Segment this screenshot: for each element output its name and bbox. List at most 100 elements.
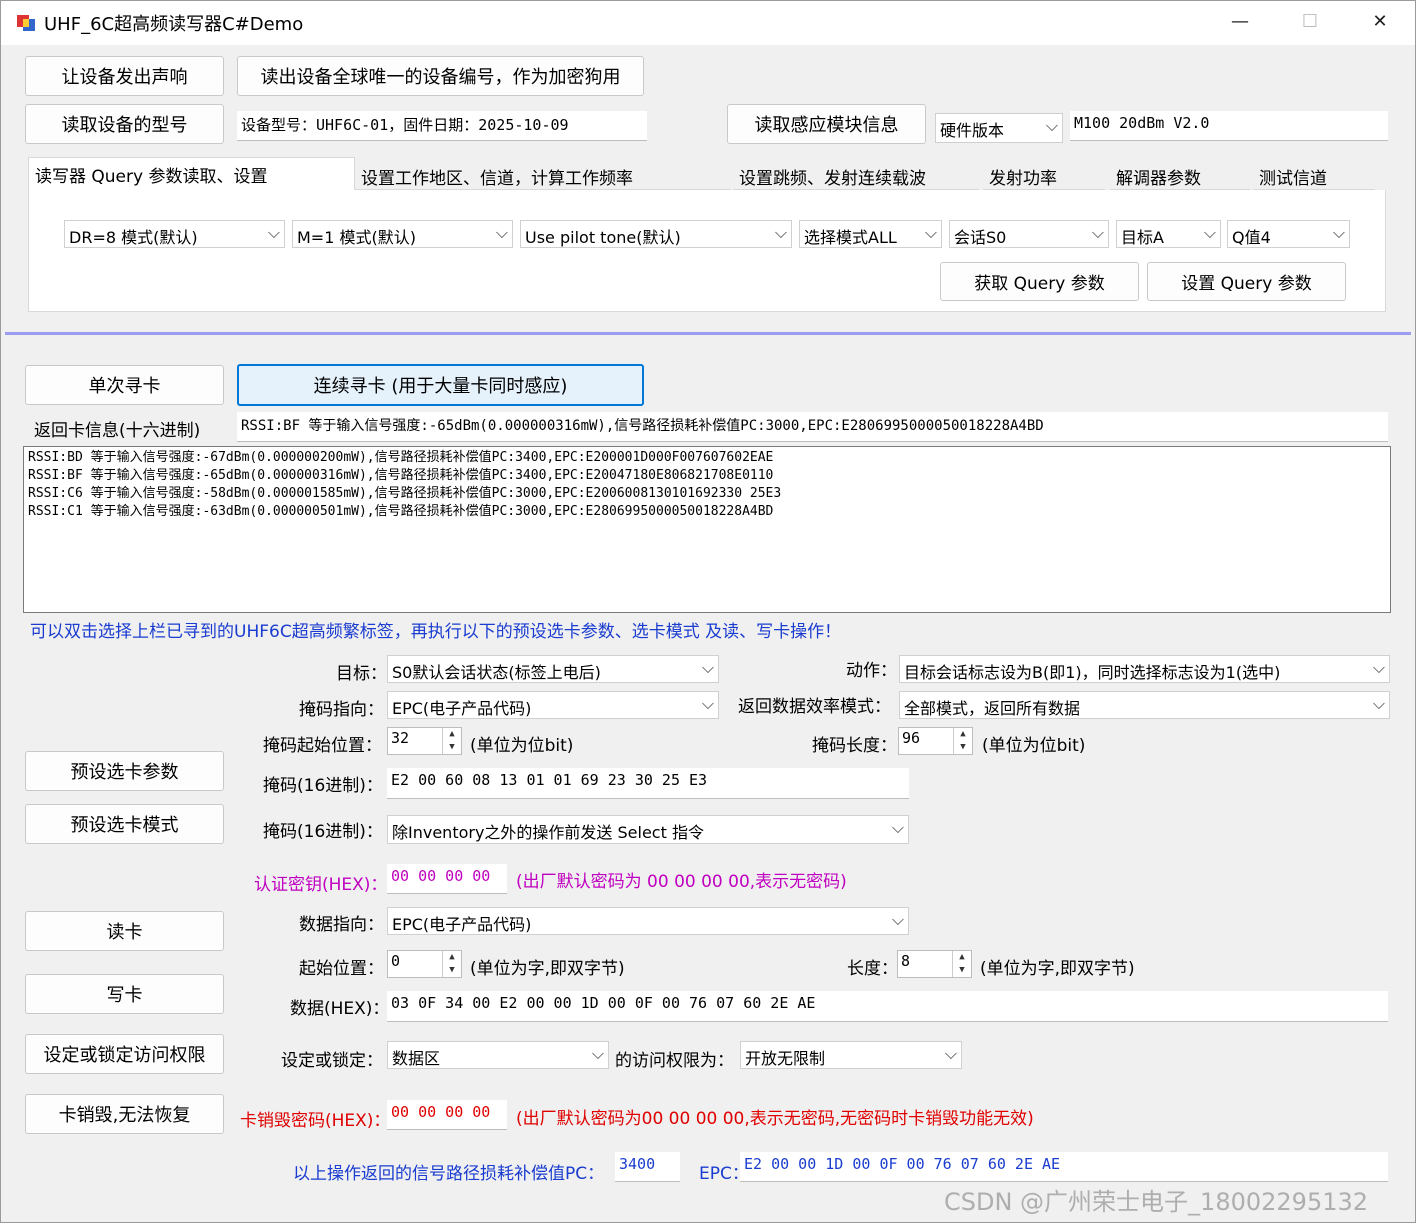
- chevron-down-icon: ⌵: [891, 818, 904, 837]
- read-module-button[interactable]: 读取感应模块信息: [727, 104, 926, 144]
- mask-start-spinner[interactable]: 32 ▲ ▼: [387, 727, 462, 755]
- log-line[interactable]: RSSI:C6 等于输入信号强度:-58dBm(0.000001585mW),信…: [28, 485, 1386, 503]
- m-value: M=1 模式(默认): [297, 228, 416, 247]
- start-spinner[interactable]: 0 ▲ ▼: [387, 950, 462, 978]
- preset-mode-button[interactable]: 预设选卡模式: [25, 804, 224, 844]
- write-card-button[interactable]: 写卡: [25, 974, 224, 1014]
- pc-field[interactable]: 3400: [615, 1152, 680, 1182]
- set-query-button[interactable]: 设置 Query 参数: [1147, 262, 1346, 301]
- read-card-button[interactable]: 读卡: [25, 911, 224, 951]
- log-line[interactable]: RSSI:BF 等于输入信号强度:-65dBm(0.000000316mW),信…: [28, 467, 1386, 485]
- log-line[interactable]: RSSI:BD 等于输入信号强度:-67dBm(0.000000200mW),信…: [28, 449, 1386, 467]
- single-scan-button[interactable]: 单次寻卡: [25, 365, 224, 405]
- sel-select[interactable]: 选择模式ALL ⌵: [799, 220, 942, 248]
- mask-len-label: 掩码长度：: [812, 736, 897, 756]
- chevron-down-icon: ⌵: [1203, 223, 1216, 242]
- tab-query[interactable]: 读写器 Query 参数读取、设置: [28, 157, 355, 191]
- dr-select[interactable]: DR=8 模式(默认) ⌵: [64, 220, 285, 248]
- action-select[interactable]: 目标会话标志设为B(即1)，同时选择标志设为1(选中) ⌵: [899, 655, 1390, 683]
- target-label: 目标：: [336, 664, 387, 684]
- ret-mode-select[interactable]: 全部模式，返回所有数据 ⌵: [899, 691, 1390, 719]
- data-ptr-select[interactable]: EPC(电子产品代码) ⌵: [387, 907, 909, 935]
- chevron-down-icon: ⌵: [267, 223, 280, 242]
- app-icon: [17, 15, 35, 31]
- mask-hex-field[interactable]: E2 00 60 08 13 01 01 69 23 30 25 E3: [387, 768, 909, 799]
- watermark: CSDN @广州荣士电子_18002295132: [944, 1188, 1369, 1216]
- data-ptr-label: 数据指向：: [299, 915, 384, 935]
- preset-param-button[interactable]: 预设选卡参数: [25, 751, 224, 791]
- target-select[interactable]: 目标A ⌵: [1116, 220, 1221, 248]
- len-spinner[interactable]: 8 ▲ ▼: [897, 950, 972, 978]
- scan-log[interactable]: RSSI:BD 等于输入信号强度:-67dBm(0.000000200mW),信…: [23, 446, 1391, 613]
- kill-field[interactable]: 00 00 00 00: [387, 1100, 507, 1130]
- chevron-down-icon: ⌵: [1045, 116, 1058, 135]
- read-uid-button[interactable]: 读出设备全球唯一的设备编号，作为加密狗用: [237, 56, 644, 96]
- tab-test-channel[interactable]: 测试信道: [1253, 160, 1375, 190]
- get-query-button[interactable]: 获取 Query 参数: [940, 262, 1139, 301]
- maximize-button[interactable]: ☐: [1282, 4, 1338, 40]
- lock-label: 设定或锁定：: [281, 1051, 383, 1071]
- pilot-select[interactable]: Use pilot tone(默认) ⌵: [520, 220, 792, 248]
- kill-note: (出厂默认密码为00 00 00 00,表示无密码,无密码时卡销毁功能无效): [516, 1109, 1034, 1129]
- start-label: 起始位置：: [299, 959, 384, 979]
- pc-label: 以上操作返回的信号路径损耗补偿值PC：: [293, 1164, 605, 1184]
- q-select[interactable]: Q值4 ⌵: [1227, 220, 1350, 248]
- log-line[interactable]: RSSI:C1 等于输入信号强度:-63dBm(0.000000501mW),信…: [28, 503, 1386, 521]
- sel-value: 选择模式ALL: [804, 228, 897, 247]
- continuous-scan-button[interactable]: 连续寻卡 (用于大量卡同时感应): [237, 364, 644, 406]
- mask-cmd-select[interactable]: 除Inventory之外的操作前发送 Select 指令 ⌵: [387, 815, 909, 844]
- chevron-down-icon: ⌵: [701, 694, 714, 713]
- ret-mode-value: 全部模式，返回所有数据: [904, 699, 1081, 718]
- session-value: 会话S0: [954, 228, 1007, 247]
- kill-label: 卡销毁密码(HEX)：: [240, 1111, 391, 1131]
- epc-field[interactable]: E2 00 00 1D 00 0F 00 76 07 60 2E AE: [740, 1152, 1388, 1182]
- mask-len-value: 96: [902, 729, 921, 747]
- select-target-select[interactable]: S0默认会话状态(标签上电后) ⌵: [387, 655, 719, 683]
- window-title: UHF_6C超高频读写器C#Demo: [44, 14, 304, 35]
- mask-len-spinner[interactable]: 96 ▲ ▼: [898, 727, 973, 755]
- spin-arrows-icon[interactable]: ▲ ▼: [952, 951, 971, 977]
- data-label: 数据(HEX)：: [290, 999, 390, 1019]
- hw-version-select[interactable]: 硬件版本 ⌵: [935, 113, 1063, 143]
- hint-text: 可以双击选择上栏已寻到的UHF6C超高频繁标签，再执行以下的预设选卡参数、选卡模…: [30, 622, 842, 642]
- spin-arrows-icon[interactable]: ▲ ▼: [442, 728, 461, 754]
- mask-cmd-label: 掩码(16进制)：: [263, 822, 383, 842]
- mask-start-label: 掩码起始位置：: [263, 736, 382, 756]
- pilot-value: Use pilot tone(默认): [525, 228, 681, 247]
- mask-ptr-select[interactable]: EPC(电子产品代码) ⌵: [387, 691, 719, 719]
- beep-button[interactable]: 让设备发出声响: [25, 56, 224, 96]
- spin-arrows-icon[interactable]: ▲ ▼: [442, 951, 461, 977]
- m-select[interactable]: M=1 模式(默认) ⌵: [292, 220, 513, 248]
- tab-region[interactable]: 设置工作地区、信道，计算工作频率: [355, 160, 731, 190]
- unit-word-label-2: (单位为字,即双字节): [980, 959, 1135, 979]
- action-value: 目标会话标志设为B(即1)，同时选择标志设为1(选中): [904, 663, 1281, 682]
- unit-bit-label: (单位为位bit): [470, 736, 574, 756]
- action-label: 动作：: [846, 661, 897, 681]
- close-button[interactable]: ✕: [1352, 4, 1408, 40]
- tab-hopping[interactable]: 设置跳频、发射连续载波: [733, 160, 979, 190]
- return-field[interactable]: RSSI:BF 等于输入信号强度:-65dBm(0.000000316mW),信…: [237, 412, 1388, 442]
- chevron-down-icon: ⌵: [495, 223, 508, 242]
- data-ptr-value: EPC(电子产品代码): [392, 915, 532, 934]
- read-model-button[interactable]: 读取设备的型号: [25, 104, 224, 144]
- data-field[interactable]: 03 0F 34 00 E2 00 00 1D 00 0F 00 76 07 6…: [387, 991, 1388, 1022]
- auth-label: 认证密钥(HEX)：: [254, 875, 388, 895]
- perm-value: 开放无限制: [745, 1049, 826, 1068]
- lock-button[interactable]: 设定或锁定访问权限: [25, 1034, 224, 1074]
- model-field[interactable]: 设备型号：UHF6C-01，固件日期：2025-10-09: [237, 111, 647, 141]
- mask-start-value: 32: [391, 729, 410, 747]
- chevron-down-icon: ⌵: [701, 658, 714, 677]
- spin-arrows-icon[interactable]: ▲ ▼: [953, 728, 972, 754]
- tab-power[interactable]: 发射功率: [983, 160, 1105, 190]
- tab-demod[interactable]: 解调器参数: [1110, 160, 1250, 190]
- unit-bit-label-2: (单位为位bit): [982, 736, 1086, 756]
- auth-field[interactable]: 00 00 00 00: [387, 864, 507, 894]
- chevron-down-icon: ⌵: [1332, 223, 1345, 242]
- hw-value-field[interactable]: M100 20dBm V2.0: [1070, 111, 1388, 141]
- return-label: 返回卡信息(十六进制): [34, 421, 201, 441]
- minimize-button[interactable]: —: [1212, 4, 1268, 40]
- session-select[interactable]: 会话S0 ⌵: [949, 220, 1109, 248]
- lock-area-select[interactable]: 数据区 ⌵: [387, 1041, 609, 1069]
- kill-button[interactable]: 卡销毁,无法恢复: [25, 1094, 224, 1134]
- perm-select[interactable]: 开放无限制 ⌵: [740, 1041, 962, 1069]
